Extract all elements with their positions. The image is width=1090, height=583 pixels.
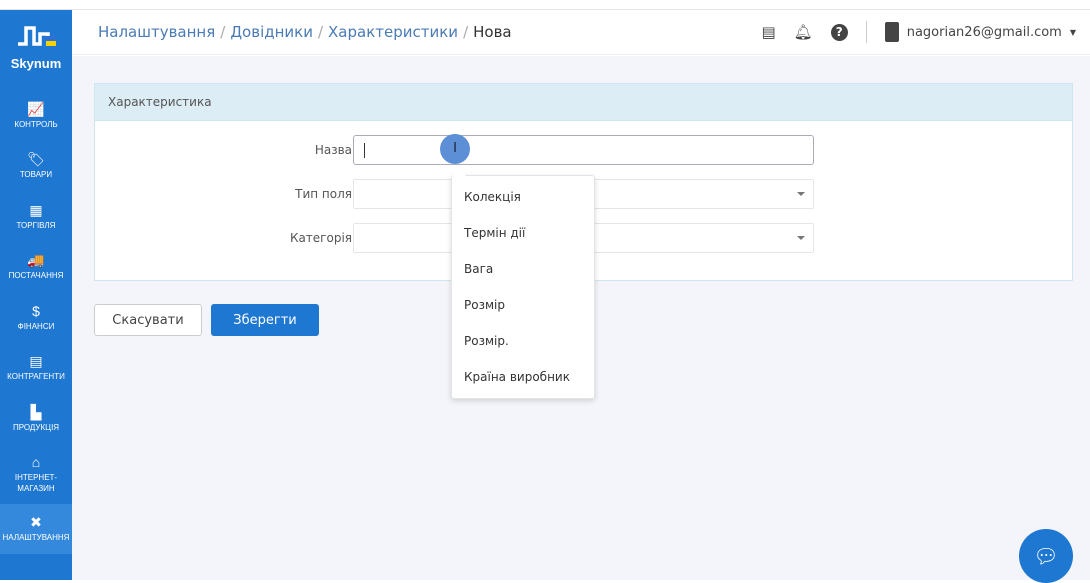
- sidebar-item-label: ФІНАНСИ: [17, 321, 55, 331]
- sidebar-item-label: КОНТРОЛЬ: [14, 119, 58, 129]
- sidebar-item-label: ІНТЕРНЕТ-МАГАЗИН: [14, 472, 58, 493]
- breadcrumb-directories[interactable]: Довідники: [230, 23, 313, 41]
- chat-button[interactable]: 💬︎: [1019, 529, 1073, 583]
- breadcrumb-settings[interactable]: Налаштування: [98, 23, 215, 41]
- category-label: Категорія: [289, 231, 352, 245]
- sidebar-item-label: ТОРГІВЛЯ: [16, 220, 56, 230]
- id-card-icon: ▤: [29, 353, 43, 370]
- top-strip: [0, 0, 1090, 10]
- factory-icon: ▙: [30, 403, 42, 420]
- autocomplete-dropdown: Колекція Термін дії Вага Розмір Розмір. Країн…: [451, 169, 595, 399]
- sidebar-item-label: ТОВАРИ: [19, 170, 53, 180]
- help-icon[interactable]: ?: [830, 23, 848, 41]
- name-input[interactable]: I: [353, 134, 814, 165]
- caret-down-icon: [797, 236, 805, 240]
- chat-icon: 💬︎: [1033, 544, 1059, 568]
- tag-icon: 🏷: [27, 151, 45, 168]
- sidebar-item-1[interactable]: 🏷 ТОВАРИ: [0, 141, 72, 192]
- sidebar-item-label: ПОСТАЧАННЯ: [8, 271, 64, 281]
- cancel-button[interactable]: Скасувати: [94, 304, 202, 336]
- header: Налаштування / Довідники / Характеристики / Но…: [72, 10, 1090, 55]
- type-label: Тип поля: [295, 187, 352, 201]
- sidebar-item-label: НАЛАШТУВАННЯ: [2, 533, 70, 543]
- divider: [865, 21, 867, 43]
- truck-icon: 🚚: [27, 252, 45, 269]
- sidebar-item-8[interactable]: ✖ НАЛАШТУВАННЯ: [0, 503, 72, 554]
- caret-down-icon: [797, 192, 805, 196]
- autocomplete-option[interactable]: Розмір.: [452, 320, 594, 356]
- save-button[interactable]: Зберегти: [211, 304, 319, 336]
- chart-icon: 📈: [27, 100, 45, 117]
- name-label: Назва: [314, 143, 352, 157]
- chevron-down-icon: ▼: [1069, 27, 1076, 37]
- sidebar-item-7[interactable]: ⌂ ІНТЕРНЕТ-МАГАЗИН: [0, 444, 72, 504]
- sidebar-item-label: ПРОДУКЦІЯ: [12, 422, 60, 432]
- sidebar-item-3[interactable]: 🚚 ПОСТАЧАННЯ: [0, 242, 72, 293]
- logo[interactable]: Skynum: [0, 10, 72, 90]
- brand-name: Skynum: [10, 56, 62, 71]
- autocomplete-option[interactable]: Термін дії: [452, 212, 594, 248]
- breadcrumb-current: Нова: [473, 23, 512, 41]
- breadcrumb: Налаштування / Довідники / Характеристики / Но…: [98, 23, 512, 41]
- sidebar-item-4[interactable]: $ ФІНАНСИ: [0, 292, 72, 343]
- sidebar-item-5[interactable]: ▤ КОНТРАГЕНТИ: [0, 343, 72, 394]
- panel-title: Характеристика: [95, 84, 1072, 121]
- hand-dollar-icon: $: [32, 302, 40, 319]
- logo-icon: [18, 26, 56, 46]
- list-icon[interactable]: ▤: [761, 23, 775, 41]
- sidebar-item-2[interactable]: ▦ ТОРГІВЛЯ: [0, 191, 72, 242]
- user-email: nagorian26@gmail.com: [906, 24, 1062, 40]
- text-cursor: [364, 143, 365, 158]
- tools-icon: ✖: [30, 514, 42, 531]
- sidebar-item-0[interactable]: 📈 КОНТРОЛЬ: [0, 90, 72, 141]
- basket-icon: ⌂: [31, 453, 41, 470]
- sidebar: Skynum 📈 КОНТРОЛЬ 🏷 ТОВАРИ ▦ ТОРГІВЛЯ 🚚 ПОСТАЧА…: [0, 10, 72, 580]
- autocomplete-option[interactable]: Вага: [452, 248, 594, 284]
- breadcrumb-characteristics[interactable]: Характеристики: [328, 23, 458, 41]
- sidebar-item-label: КОНТРАГЕНТИ: [7, 372, 65, 382]
- autocomplete-option[interactable]: Колекція: [452, 176, 594, 212]
- user-badge-icon: [884, 22, 899, 42]
- bell-icon[interactable]: 🔔︎: [794, 23, 813, 41]
- mouse-cursor-icon: I: [440, 134, 470, 164]
- cash-register-icon: ▦: [29, 201, 43, 218]
- user-menu[interactable]: nagorian26@gmail.com ▼: [884, 22, 1076, 42]
- sidebar-item-6[interactable]: ▙ ПРОДУКЦІЯ: [0, 393, 72, 444]
- autocomplete-option[interactable]: Розмір: [452, 284, 594, 320]
- autocomplete-option[interactable]: Країна виробник: [452, 356, 594, 392]
